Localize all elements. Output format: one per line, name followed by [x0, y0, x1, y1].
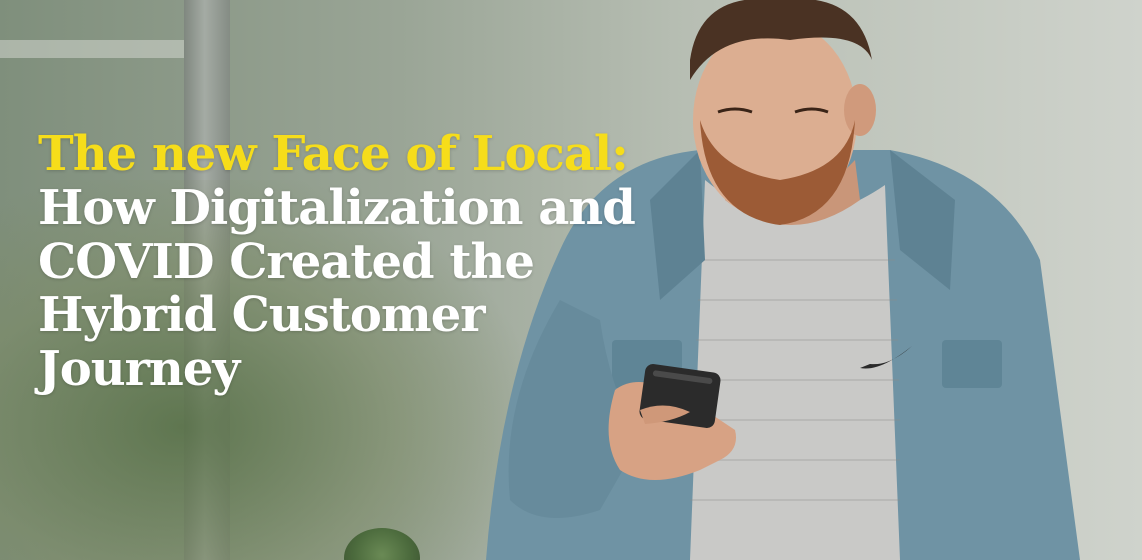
- ear: [844, 84, 876, 136]
- headline-line: COVID Created the: [38, 233, 535, 290]
- hero-banner: The new Face of Local: How Digitalizatio…: [0, 0, 1142, 560]
- grey-tshirt: [690, 180, 900, 560]
- headline-line: Hybrid Customer: [38, 287, 486, 344]
- headline-accent: The new Face of Local:: [38, 126, 629, 182]
- headline-line: Journey: [38, 341, 240, 397]
- headline-line: How Digitalization and: [38, 179, 636, 236]
- jacket-pocket-right: [942, 340, 1002, 388]
- page-headline: The new Face of Local: How Digitalizatio…: [38, 126, 698, 397]
